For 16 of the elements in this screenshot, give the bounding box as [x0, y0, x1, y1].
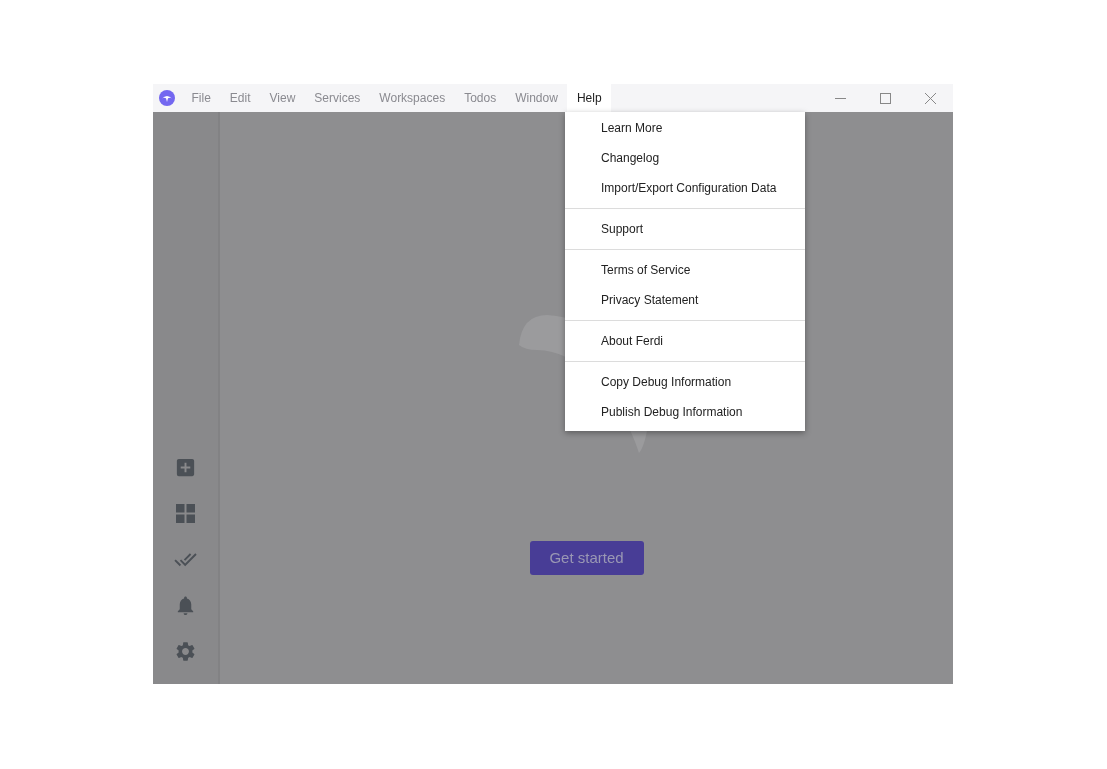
workspaces-grid-icon[interactable]	[174, 502, 197, 525]
menu-option[interactable]: Changelog	[565, 143, 805, 173]
menu-option[interactable]: Learn More	[565, 113, 805, 143]
menu-option[interactable]: Publish Debug Information	[565, 397, 805, 427]
close-icon[interactable]	[925, 92, 936, 104]
add-service-icon[interactable]	[174, 456, 197, 479]
menu-item[interactable]: Help	[567, 84, 612, 112]
menu-option[interactable]: Import/Export Configuration Data	[565, 173, 805, 203]
menu-option[interactable]: About Ferdi	[565, 326, 805, 356]
menu-option[interactable]: Terms of Service	[565, 255, 805, 285]
app-logo-icon	[159, 90, 175, 106]
settings-icon[interactable]	[174, 640, 197, 663]
menu-option[interactable]: Copy Debug Information	[565, 367, 805, 397]
maximize-icon[interactable]	[880, 92, 891, 104]
menu-option[interactable]: Privacy Statement	[565, 285, 805, 315]
menu-option[interactable]: Support	[565, 214, 805, 244]
